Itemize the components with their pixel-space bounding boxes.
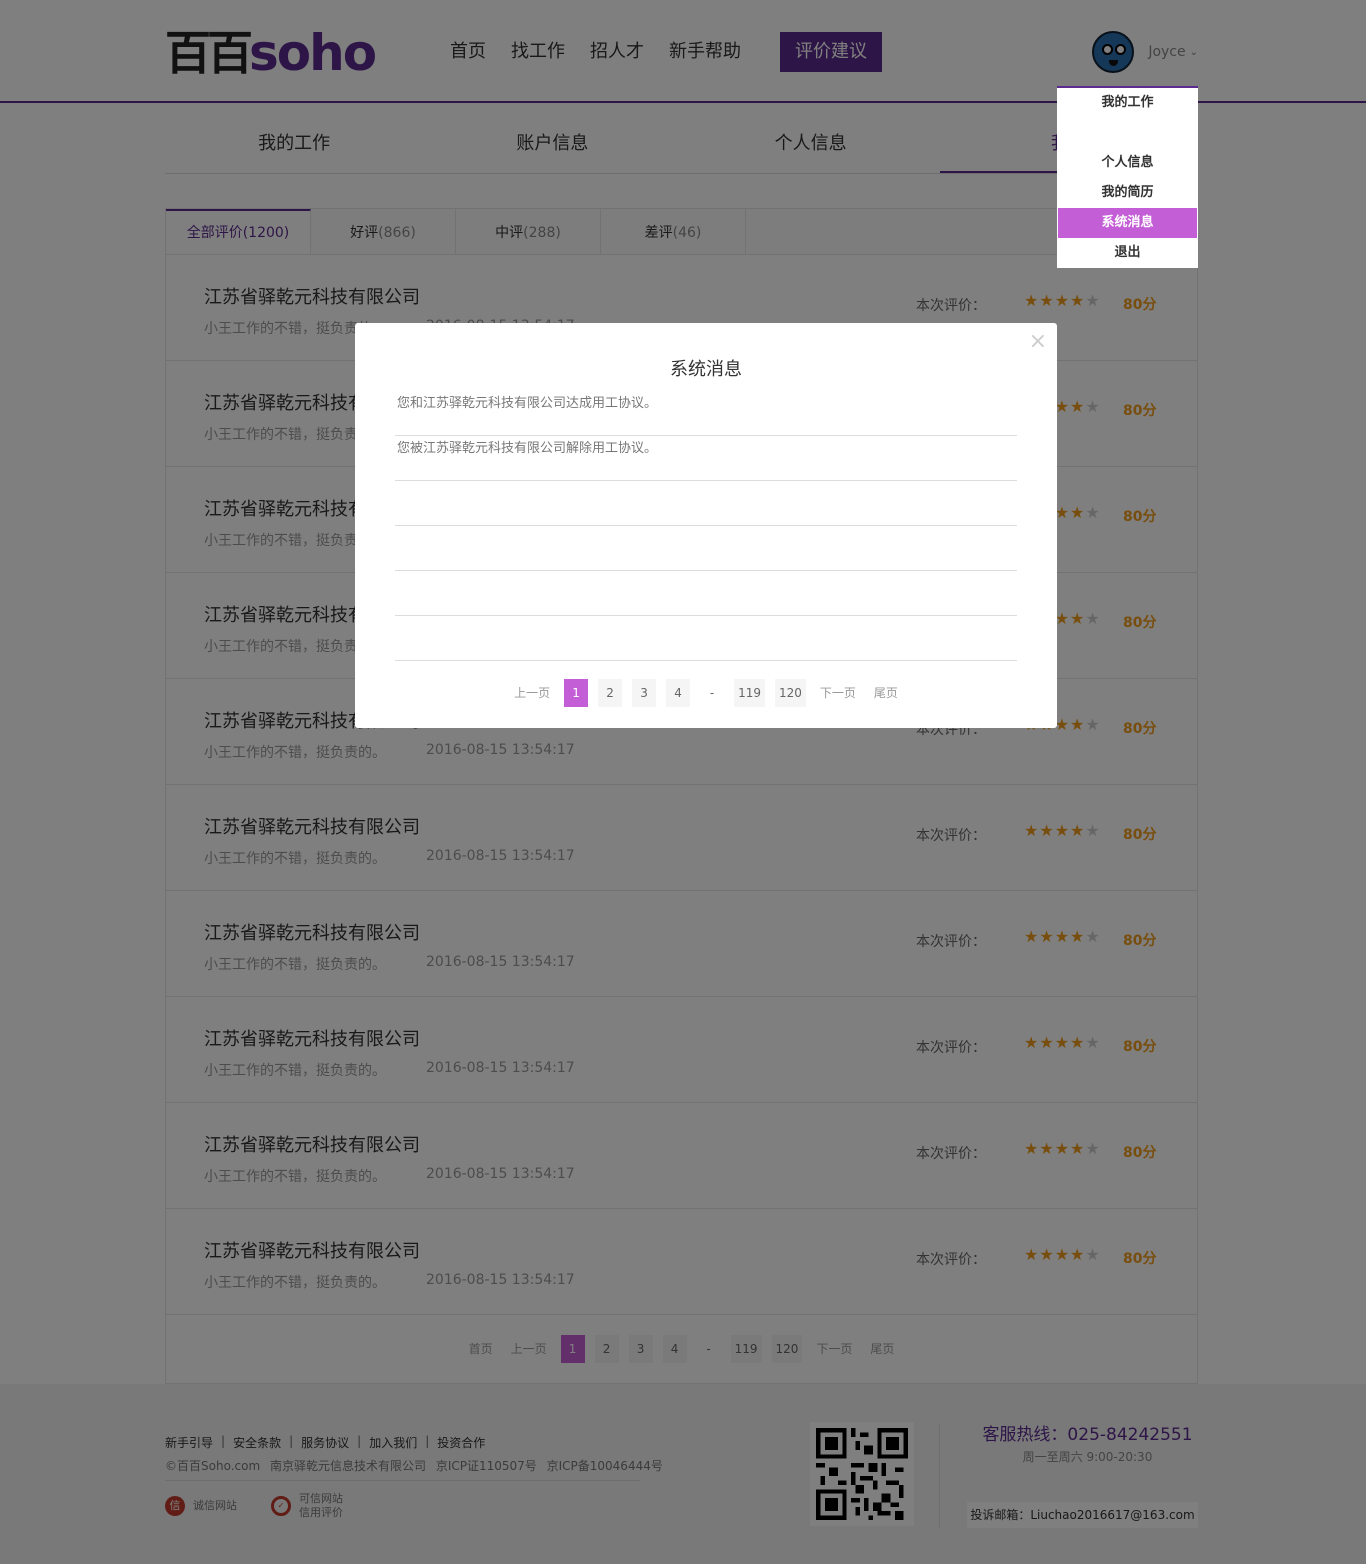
message-list: 您和江苏驿乾元科技有限公司达成用工协议。 您被江苏驿乾元科技有限公司解除用工协议… — [395, 391, 1017, 661]
pager-page[interactable]: 1 — [564, 679, 589, 707]
message-item — [395, 616, 1017, 661]
pager-page[interactable]: 2 — [598, 679, 623, 707]
pager-page[interactable]: 4 — [666, 679, 691, 707]
system-messages-modal: × 系统消息 您和江苏驿乾元科技有限公司达成用工协议。 您被江苏驿乾元科技有限公… — [355, 323, 1057, 728]
user-dropdown-menu: 我的工作 个人信息 我的简历 系统消息 退出 — [1057, 86, 1198, 268]
menu-item-personal-info[interactable]: 个人信息 — [1057, 148, 1198, 178]
modal-pagination: 上一页 1 2 3 4 - 119 120 下一页 尾页 — [355, 679, 1057, 707]
pager-page[interactable]: 119 — [734, 679, 765, 707]
message-item — [395, 571, 1017, 616]
menu-item-my-work[interactable]: 我的工作 — [1057, 88, 1198, 118]
message-item[interactable]: 您被江苏驿乾元科技有限公司解除用工协议。 — [395, 436, 1017, 481]
pager-prev[interactable]: 上一页 — [510, 679, 554, 707]
menu-item-my-resume[interactable]: 我的简历 — [1057, 178, 1198, 208]
message-item[interactable]: 您和江苏驿乾元科技有限公司达成用工协议。 — [395, 391, 1017, 436]
menu-item-logout[interactable]: 退出 — [1057, 238, 1198, 268]
pager-ellipsis: - — [709, 686, 715, 700]
message-item — [395, 526, 1017, 571]
pager-next[interactable]: 下一页 — [816, 679, 860, 707]
menu-item-blank[interactable] — [1057, 118, 1198, 148]
menu-item-system-messages[interactable]: 系统消息 — [1058, 208, 1197, 238]
close-icon[interactable]: × — [1029, 329, 1047, 354]
pager-last[interactable]: 尾页 — [870, 679, 902, 707]
pager-page[interactable]: 3 — [632, 679, 657, 707]
modal-title: 系统消息 — [670, 359, 742, 380]
pager-page[interactable]: 120 — [774, 679, 806, 707]
message-item — [395, 481, 1017, 526]
